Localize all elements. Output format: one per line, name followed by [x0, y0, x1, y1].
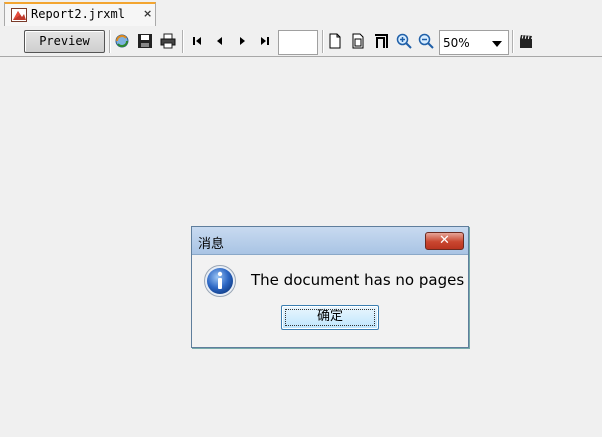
message-dialog: 消息 ✕ The document has no pages 确定: [191, 226, 469, 348]
focus-ring: [285, 309, 375, 326]
page-number-input[interactable]: [278, 30, 318, 55]
dialog-title: 消息: [198, 237, 225, 252]
editor-tab-strip: Report2.jrxml ×: [0, 0, 602, 26]
dialog-message: The document has no pages: [251, 271, 465, 289]
preview-button[interactable]: Preview: [24, 30, 105, 53]
dialog-close-button[interactable]: ✕: [425, 232, 464, 250]
zoom-in-icon[interactable]: [396, 33, 412, 49]
tab-report2[interactable]: Report2.jrxml ×: [4, 2, 156, 26]
reload-icon[interactable]: [114, 33, 130, 49]
toolbar-separator: [322, 30, 324, 53]
previous-page-icon[interactable]: [212, 33, 228, 49]
info-icon: [204, 265, 236, 297]
fit-page-icon[interactable]: [350, 33, 366, 49]
zoom-out-icon[interactable]: [418, 33, 434, 49]
preview-toolbar: Preview 50%: [0, 26, 602, 57]
ok-button[interactable]: 确定: [281, 305, 379, 330]
next-page-icon[interactable]: [234, 33, 250, 49]
toolbar-separator: [182, 30, 184, 53]
clapper-icon[interactable]: [518, 33, 534, 49]
dialog-title-bar[interactable]: 消息 ✕: [192, 227, 468, 255]
toolbar-separator: [109, 30, 111, 53]
tab-close-icon[interactable]: ×: [143, 7, 152, 20]
zoom-select[interactable]: 50%: [439, 30, 509, 55]
first-page-icon[interactable]: [189, 33, 205, 49]
close-icon: ✕: [439, 233, 450, 248]
save-icon[interactable]: [137, 33, 153, 49]
fit-width-icon[interactable]: [373, 33, 389, 49]
zoom-value: 50%: [443, 36, 470, 50]
tab-label: Report2.jrxml: [31, 7, 125, 21]
report-file-icon: [11, 8, 27, 22]
toolbar-separator: [512, 30, 514, 53]
last-page-icon[interactable]: [257, 33, 273, 49]
chevron-down-icon[interactable]: [492, 41, 502, 47]
print-icon[interactable]: [160, 33, 176, 49]
actual-size-icon[interactable]: [327, 33, 343, 49]
